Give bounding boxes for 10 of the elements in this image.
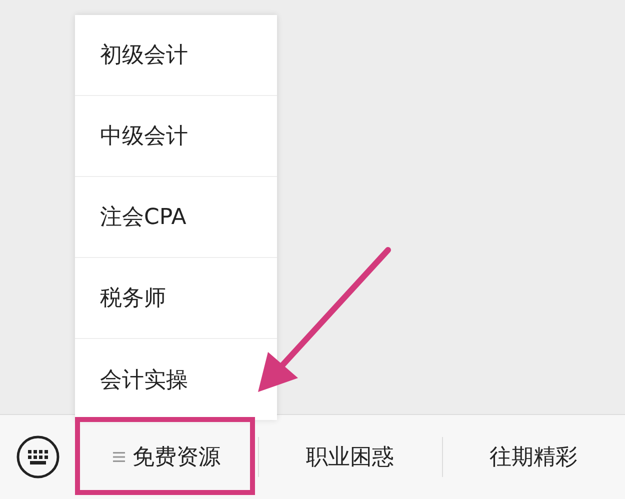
menu-item[interactable]: 初级会计: [100, 40, 188, 70]
menu-tab[interactable]: 职业困惑: [258, 415, 442, 499]
menu-tab[interactable]: 往期精彩: [442, 415, 625, 499]
menu-item[interactable]: 中级会计: [100, 121, 188, 151]
menu-tab[interactable]: 免费资源: [75, 415, 258, 499]
menu-item[interactable]: 注会CPA: [100, 202, 186, 232]
keyboard-icon[interactable]: [16, 435, 60, 479]
menu-item[interactable]: 会计实操: [100, 364, 188, 394]
menu-icon: [112, 451, 125, 463]
menu-item[interactable]: 税务师: [100, 283, 166, 313]
